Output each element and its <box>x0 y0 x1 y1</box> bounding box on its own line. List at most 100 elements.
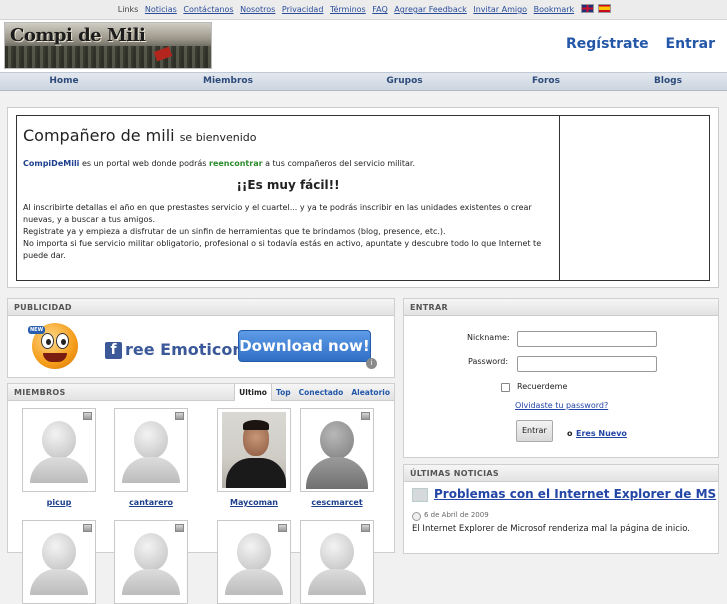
topbar-link-links[interactable]: Links <box>118 5 139 14</box>
news-date: 6 de Abril de 2009 <box>424 511 489 519</box>
member-card[interactable]: picup <box>22 408 96 507</box>
register-link[interactable]: Regístrate <box>566 36 649 52</box>
welcome-line-3: Registrate ya y empieza a disfrutar de u… <box>23 227 446 236</box>
member-flag-icon <box>361 524 370 532</box>
password-label: Password: <box>468 357 509 366</box>
member-name[interactable]: cantarero <box>114 498 188 507</box>
tab-ultimo[interactable]: Ultimo <box>234 384 272 401</box>
member-photo[interactable] <box>114 408 188 492</box>
topbar-link-terminos[interactable]: Términos <box>330 5 366 14</box>
intro-text-b: a tus compañeros del servicio militar. <box>262 159 415 168</box>
member-photo[interactable] <box>217 408 291 492</box>
member-photo[interactable] <box>22 520 96 604</box>
main-nav: Home Miembros Grupos Foros Blogs <box>0 72 727 91</box>
avatar-placeholder-icon <box>225 521 283 595</box>
member-card[interactable] <box>114 520 188 604</box>
news-heading: ÚLTIMAS NOTICIAS <box>404 465 718 482</box>
member-flag-icon <box>175 524 184 532</box>
welcome-title: Compañero de mili se bienvenido <box>23 126 553 145</box>
topbar-link-feedback[interactable]: Agregar Feedback <box>394 5 467 14</box>
nav-item-miembros[interactable]: Miembros <box>128 73 328 90</box>
member-card[interactable]: cescmarcet <box>300 408 374 507</box>
topbar-link-faq[interactable]: FAQ <box>372 5 388 14</box>
login-heading: ENTRAR <box>404 299 718 316</box>
member-name[interactable]: picup <box>22 498 96 507</box>
avatar-placeholder-icon <box>30 521 88 595</box>
nav-item-foros[interactable]: Foros <box>481 73 611 90</box>
login-link[interactable]: Entrar <box>666 36 715 52</box>
intro-text-a: es un portal web donde podrás <box>79 159 209 168</box>
tab-aleatorio[interactable]: Aleatorio <box>347 384 394 401</box>
welcome-panel: Compañero de mili se bienvenido CompiDeM… <box>7 107 719 288</box>
avatar-placeholder-icon <box>308 521 366 595</box>
news-icon <box>412 488 428 502</box>
welcome-content: Compañero de mili se bienvenido CompiDeM… <box>17 116 560 280</box>
member-name[interactable]: Maycoman <box>217 498 291 507</box>
topbar-link-nosotros[interactable]: Nosotros <box>240 5 275 14</box>
tab-top[interactable]: Top <box>272 384 295 401</box>
welcome-side-box <box>560 116 709 280</box>
avatar-placeholder-icon <box>30 409 88 483</box>
member-card[interactable] <box>300 520 374 604</box>
member-photo[interactable] <box>114 520 188 604</box>
login-submit-button[interactable]: Entrar <box>516 420 553 442</box>
member-card[interactable] <box>22 520 96 604</box>
emoticon-eye-left <box>41 333 54 349</box>
welcome-line-2: nuevas, y a buscar a tus amigos. <box>23 215 156 224</box>
member-flag-icon <box>83 524 92 532</box>
welcome-intro: CompiDeMili es un portal web donde podrá… <box>23 159 553 168</box>
forgot-password-link[interactable]: Olvidaste tu password? <box>515 401 608 410</box>
easy-heading: ¡¡Es muy fácil!! <box>236 178 340 192</box>
welcome-line-4: No importa si fue servicio militar oblig… <box>23 239 542 248</box>
member-card[interactable] <box>217 520 291 604</box>
or-label: o <box>567 429 573 438</box>
topbar-link-noticias[interactable]: Noticias <box>145 5 177 14</box>
topbar-link-contactanos[interactable]: Contáctanos <box>183 5 233 14</box>
ad-banner[interactable]: NEW f ree Emoticons Download now! i <box>8 316 394 376</box>
nav-item-home[interactable]: Home <box>0 73 128 90</box>
emoticon-mouth <box>43 353 67 362</box>
member-flag-icon <box>175 412 184 420</box>
es-flag-icon[interactable] <box>598 4 612 13</box>
news-title-link[interactable]: Problemas con el Internet Explorer de MS <box>434 487 716 501</box>
password-field[interactable] <box>517 356 657 372</box>
topbar-link-bookmark[interactable]: Bookmark <box>534 5 575 14</box>
site-logo[interactable]: Compi de Mili <box>4 22 212 69</box>
member-photo[interactable] <box>217 520 291 604</box>
account-links: Regístrate Entrar <box>554 36 715 52</box>
nav-item-blogs[interactable]: Blogs <box>611 73 725 90</box>
tab-conectado[interactable]: Conectado <box>295 384 348 401</box>
member-card[interactable]: cantarero <box>114 408 188 507</box>
member-photo[interactable] <box>300 408 374 492</box>
welcome-box: Compañero de mili se bienvenido CompiDeM… <box>16 115 710 281</box>
welcome-title-main: Compañero de mili <box>23 126 175 145</box>
welcome-body: Al inscribirte detallas el año en que pr… <box>23 202 553 262</box>
download-now-button[interactable]: Download now! <box>238 330 371 362</box>
avatar-placeholder-icon <box>122 521 180 595</box>
nav-item-grupos[interactable]: Grupos <box>328 73 481 90</box>
free-f-icon: f <box>105 342 122 359</box>
brand-name: CompiDeMili <box>23 159 80 168</box>
member-photo[interactable] <box>22 408 96 492</box>
uk-flag-icon[interactable] <box>580 4 594 13</box>
ad-info-icon[interactable]: i <box>366 358 377 369</box>
clock-icon <box>412 512 421 521</box>
member-flag-icon <box>83 412 92 420</box>
ad-panel-heading: PUBLICIDAD <box>8 299 394 316</box>
new-badge: NEW <box>28 326 46 334</box>
member-name[interactable]: cescmarcet <box>300 498 374 507</box>
topbar-link-invitar[interactable]: Invitar Amigo <box>473 5 527 14</box>
logo-text: Compi de Mili <box>10 25 146 46</box>
topbar-link-privacidad[interactable]: Privacidad <box>282 5 324 14</box>
login-panel: ENTRAR Nickname: Password: Recuerdeme Ol… <box>403 298 719 458</box>
nickname-label: Nickname: <box>467 333 510 342</box>
member-photo[interactable] <box>300 520 374 604</box>
emoticon-eye-right <box>56 333 69 349</box>
remember-label: Recuerdeme <box>517 382 568 391</box>
member-avatar-photo <box>222 412 286 488</box>
remember-checkbox[interactable] <box>501 383 510 392</box>
nickname-field[interactable] <box>517 331 657 347</box>
register-new-link[interactable]: Eres Nuevo <box>576 429 627 438</box>
member-card[interactable]: Maycoman <box>217 408 291 507</box>
members-panel: MIEMBROS Ultimo Top Conectado Aleatorio … <box>7 383 395 604</box>
